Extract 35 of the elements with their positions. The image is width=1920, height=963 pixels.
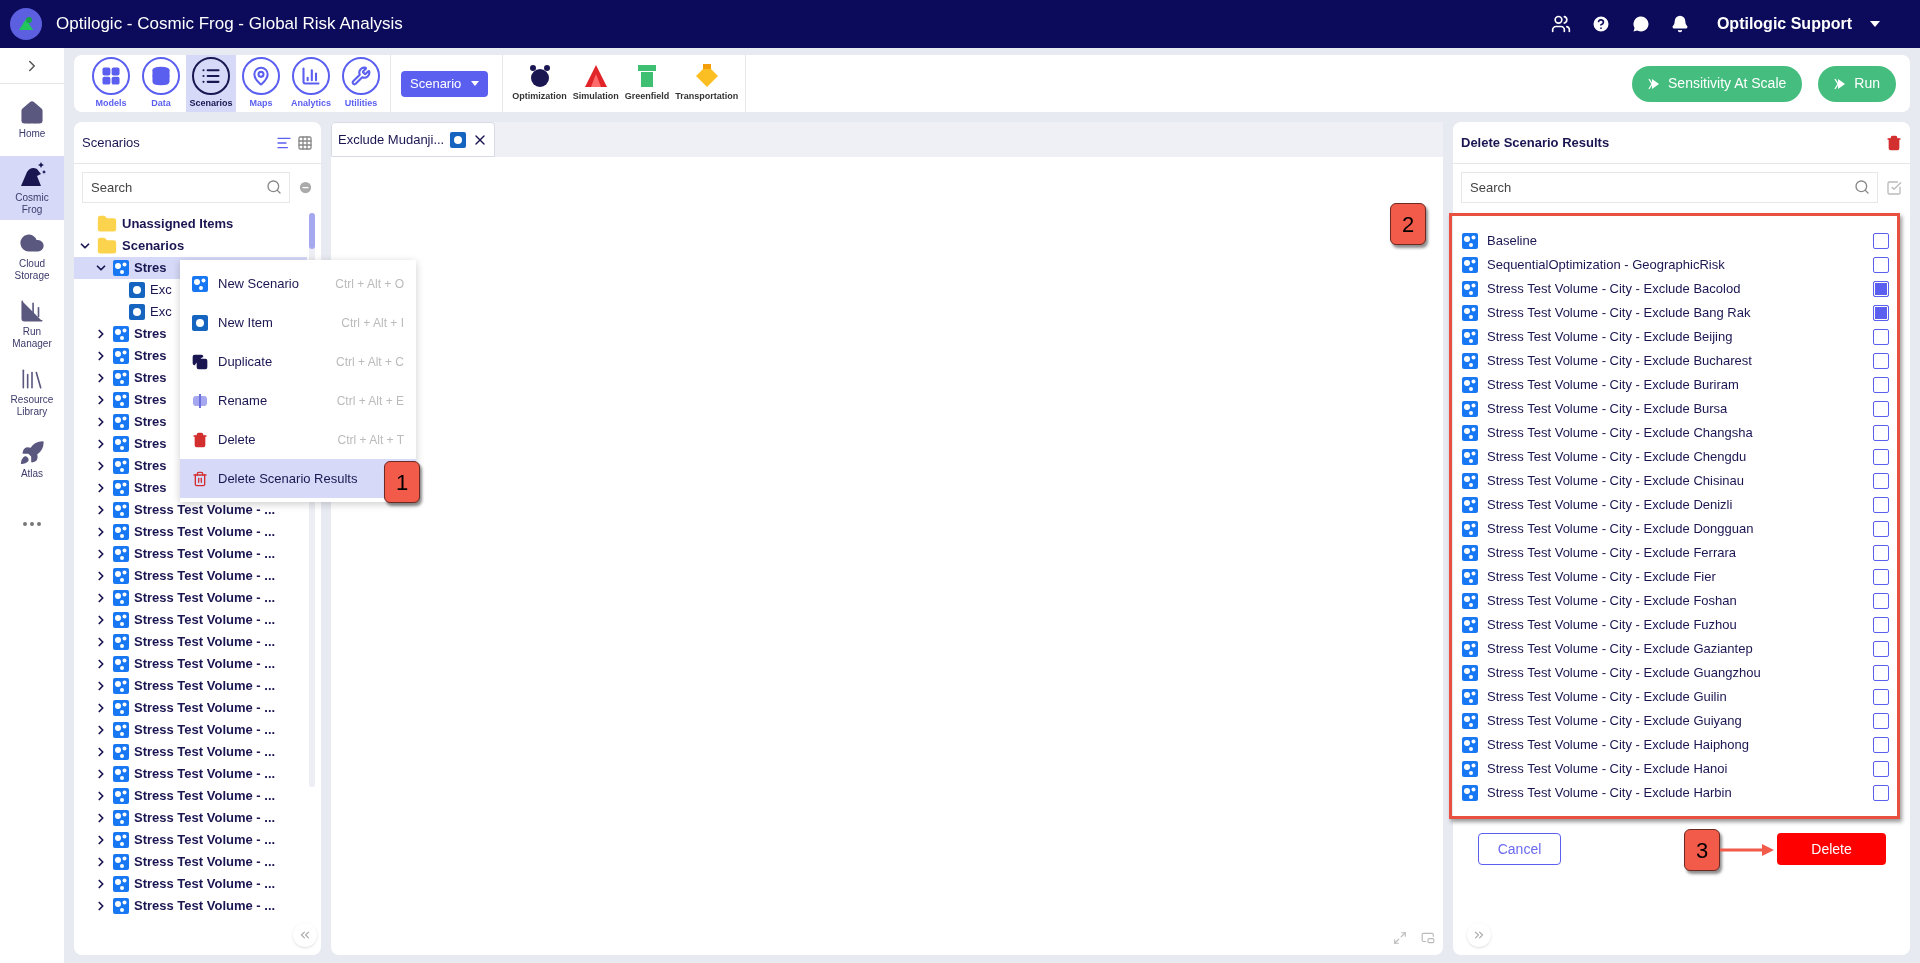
scenario-name: Stress Test Volume - City - Exclude Guangzhou [1487, 664, 1761, 683]
shortcut-text: Ctrl + Alt + E [336, 392, 404, 410]
scenario-name: Stress Test Volume - City - Exclude Foshan [1487, 592, 1737, 611]
shortcut-text: Ctrl + Alt + C [335, 353, 404, 371]
panel-title: Scenarios [82, 133, 140, 152]
scenario-name: Stress Test Volume - City - Exclude Dongguan [1487, 520, 1754, 539]
window-title: Optilogic - Cosmic Frog - Global Risk Analysis [56, 13, 403, 36]
scenario-name: Stress Test Volume - City - Exclude Denizli [1487, 496, 1733, 515]
scenario-name: Stress Test Volume - City - Exclude Fuzhou [1487, 616, 1737, 635]
scenario-name: Stress Test Volume - City - Exclude Bucharest [1487, 352, 1752, 371]
scenario-name: Stress Test Volume - City - Exclude Changsha [1487, 424, 1753, 443]
callout-badge: 1 [384, 461, 420, 503]
scenario-name: Stress Test Volume - City - Exclude Bang Rak [1487, 304, 1751, 323]
scenario-name: Stress Test Volume - City - Exclude Bacolod [1487, 280, 1741, 299]
scenario-name: Stress Test Volume - City - Exclude Haiphong [1487, 736, 1750, 755]
scenario-name: Stress Test Volume - City - Exclude Gaziantep [1487, 640, 1753, 659]
scenario-name: SequentialOptimization - GeographicRisk [1487, 256, 1725, 275]
scenario-name: Stress Test Volume - City - Exclude Guiyang [1487, 712, 1742, 731]
scenario-name: Stress Test Volume - City - Exclude Beijing [1487, 328, 1733, 347]
scenario-name: Baseline [1487, 232, 1537, 251]
shortcut-text: Ctrl + Alt + O [335, 275, 404, 293]
scenario-name: Stress Test Volume - City - Exclude Guilin [1487, 688, 1727, 707]
scenario-name: Stress Test Volume - City - Exclude Chengdu [1487, 448, 1747, 467]
scenario-name: Stress Test Volume - City - Exclude Chisinau [1487, 472, 1744, 491]
scenario-name: Stress Test Volume - City - Exclude Hanoi [1487, 760, 1728, 779]
panel-title: Delete Scenario Results [1461, 133, 1610, 152]
shortcut-text: Ctrl + Alt + I [341, 314, 404, 332]
scenario-name: Stress Test Volume - City - Exclude Ferrara [1487, 544, 1736, 563]
scenario-name: Stress Test Volume - City - Exclude Bursa [1487, 400, 1728, 419]
scenario-name: Stress Test Volume - City - Exclude Fier [1487, 568, 1716, 587]
callout-badge: 3 [1684, 829, 1720, 871]
shortcut-text: Ctrl + Alt + T [337, 431, 404, 449]
scenario-name: Stress Test Volume - City - Exclude Buriram [1487, 376, 1739, 395]
scenario-name: Stress Test Volume - City - Exclude Harbin [1487, 784, 1732, 803]
callout-badge: 2 [1390, 203, 1426, 245]
